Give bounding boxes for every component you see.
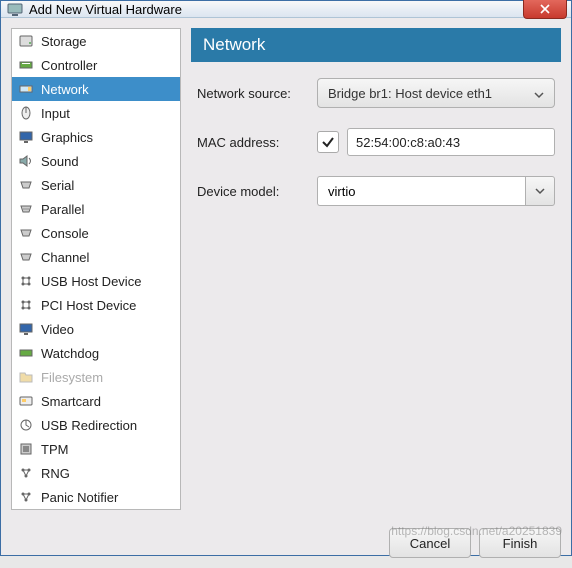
sidebar-item-video[interactable]: Video [12,317,180,341]
sidebar-item-console[interactable]: Console [12,221,180,245]
sidebar-item-label: Network [41,82,89,97]
mac-address-label: MAC address: [197,135,309,150]
sidebar-item-storage[interactable]: Storage [12,29,180,53]
form-area: Network source: Bridge br1: Host device … [191,62,561,222]
sidebar-item-label: Smartcard [41,394,101,409]
sidebar-item-label: Storage [41,34,87,49]
sidebar-item-label: PCI Host Device [41,298,136,313]
storage-icon [18,33,34,49]
network-source-dropdown[interactable]: Bridge br1: Host device eth1 [317,78,555,108]
usb-host-icon [18,273,34,289]
sidebar-item-label: USB Host Device [41,274,141,289]
sidebar-item-label: Watchdog [41,346,99,361]
sidebar-item-network[interactable]: Network [12,77,180,101]
panic-icon [18,489,34,505]
sidebar-item-smartcard[interactable]: Smartcard [12,389,180,413]
network-source-row: Network source: Bridge br1: Host device … [197,78,555,108]
sidebar-item-label: USB Redirection [41,418,137,433]
sidebar-item-label: Channel [41,250,89,265]
device-model-label: Device model: [197,184,309,199]
sidebar-item-filesystem: Filesystem [12,365,180,389]
sidebar-item-rng[interactable]: RNG [12,461,180,485]
sidebar-item-label: Sound [41,154,79,169]
chevron-down-icon [534,88,544,98]
close-button[interactable] [523,0,567,19]
device-model-dropdown-button[interactable] [525,176,555,206]
sidebar-item-label: Serial [41,178,74,193]
network-source-label: Network source: [197,86,309,101]
dialog-footer: Cancel Finish [1,520,571,568]
sidebar-item-label: Panic Notifier [41,490,118,505]
sidebar-item-watchdog[interactable]: Watchdog [12,341,180,365]
channel-icon [18,249,34,265]
network-icon [18,81,34,97]
titlebar: Add New Virtual Hardware [1,1,571,18]
app-icon [7,1,23,17]
hardware-type-list[interactable]: Storage Controller Network Input Graphics Sou… [11,28,181,510]
content-area: Storage Controller Network Input Graphics Sou… [1,18,571,520]
cancel-button[interactable]: Cancel [389,528,471,558]
sidebar-item-controller[interactable]: Controller [12,53,180,77]
network-source-value: Bridge br1: Host device eth1 [328,86,492,101]
watchdog-icon [18,345,34,361]
mac-address-input[interactable]: 52:54:00:c8:a0:43 [347,128,555,156]
sound-icon [18,153,34,169]
device-model-input[interactable]: virtio [317,176,525,206]
sidebar-item-graphics[interactable]: Graphics [12,125,180,149]
panel-title: Network [191,28,561,62]
mac-address-row: MAC address: 52:54:00:c8:a0:43 [197,128,555,156]
sidebar-item-sound[interactable]: Sound [12,149,180,173]
sidebar-item-label: Controller [41,58,97,73]
sidebar-item-pci-host-device[interactable]: PCI Host Device [12,293,180,317]
sidebar-item-label: Filesystem [41,370,103,385]
sidebar-item-label: Input [41,106,70,121]
sidebar-item-input[interactable]: Input [12,101,180,125]
sidebar-item-tpm[interactable]: TPM [12,437,180,461]
rng-icon [18,465,34,481]
serial-icon [18,177,34,193]
sidebar-item-usb-host-device[interactable]: USB Host Device [12,269,180,293]
video-icon [18,321,34,337]
sidebar-item-label: Parallel [41,202,84,217]
filesystem-icon [18,369,34,385]
sidebar-item-panic-notifier[interactable]: Panic Notifier [12,485,180,509]
sidebar-item-label: TPM [41,442,68,457]
pci-host-icon [18,297,34,313]
main-panel: Network Network source: Bridge br1: Host… [191,28,561,510]
device-model-row: Device model: virtio [197,176,555,206]
usb-redir-icon [18,417,34,433]
sidebar-item-usb-redirection[interactable]: USB Redirection [12,413,180,437]
parallel-icon [18,201,34,217]
tpm-icon [18,441,34,457]
sidebar-item-label: RNG [41,466,70,481]
sidebar-item-label: Graphics [41,130,93,145]
input-icon [18,105,34,121]
console-icon [18,225,34,241]
sidebar-item-serial[interactable]: Serial [12,173,180,197]
dialog-window: Add New Virtual Hardware Storage Controll… [0,0,572,556]
smartcard-icon [18,393,34,409]
controller-icon [18,57,34,73]
window-title: Add New Virtual Hardware [29,2,182,17]
sidebar-item-channel[interactable]: Channel [12,245,180,269]
sidebar-item-parallel[interactable]: Parallel [12,197,180,221]
graphics-icon [18,129,34,145]
sidebar-item-label: Video [41,322,74,337]
mac-enable-checkbox[interactable] [317,131,339,153]
finish-button[interactable]: Finish [479,528,561,558]
sidebar-item-label: Console [41,226,89,241]
